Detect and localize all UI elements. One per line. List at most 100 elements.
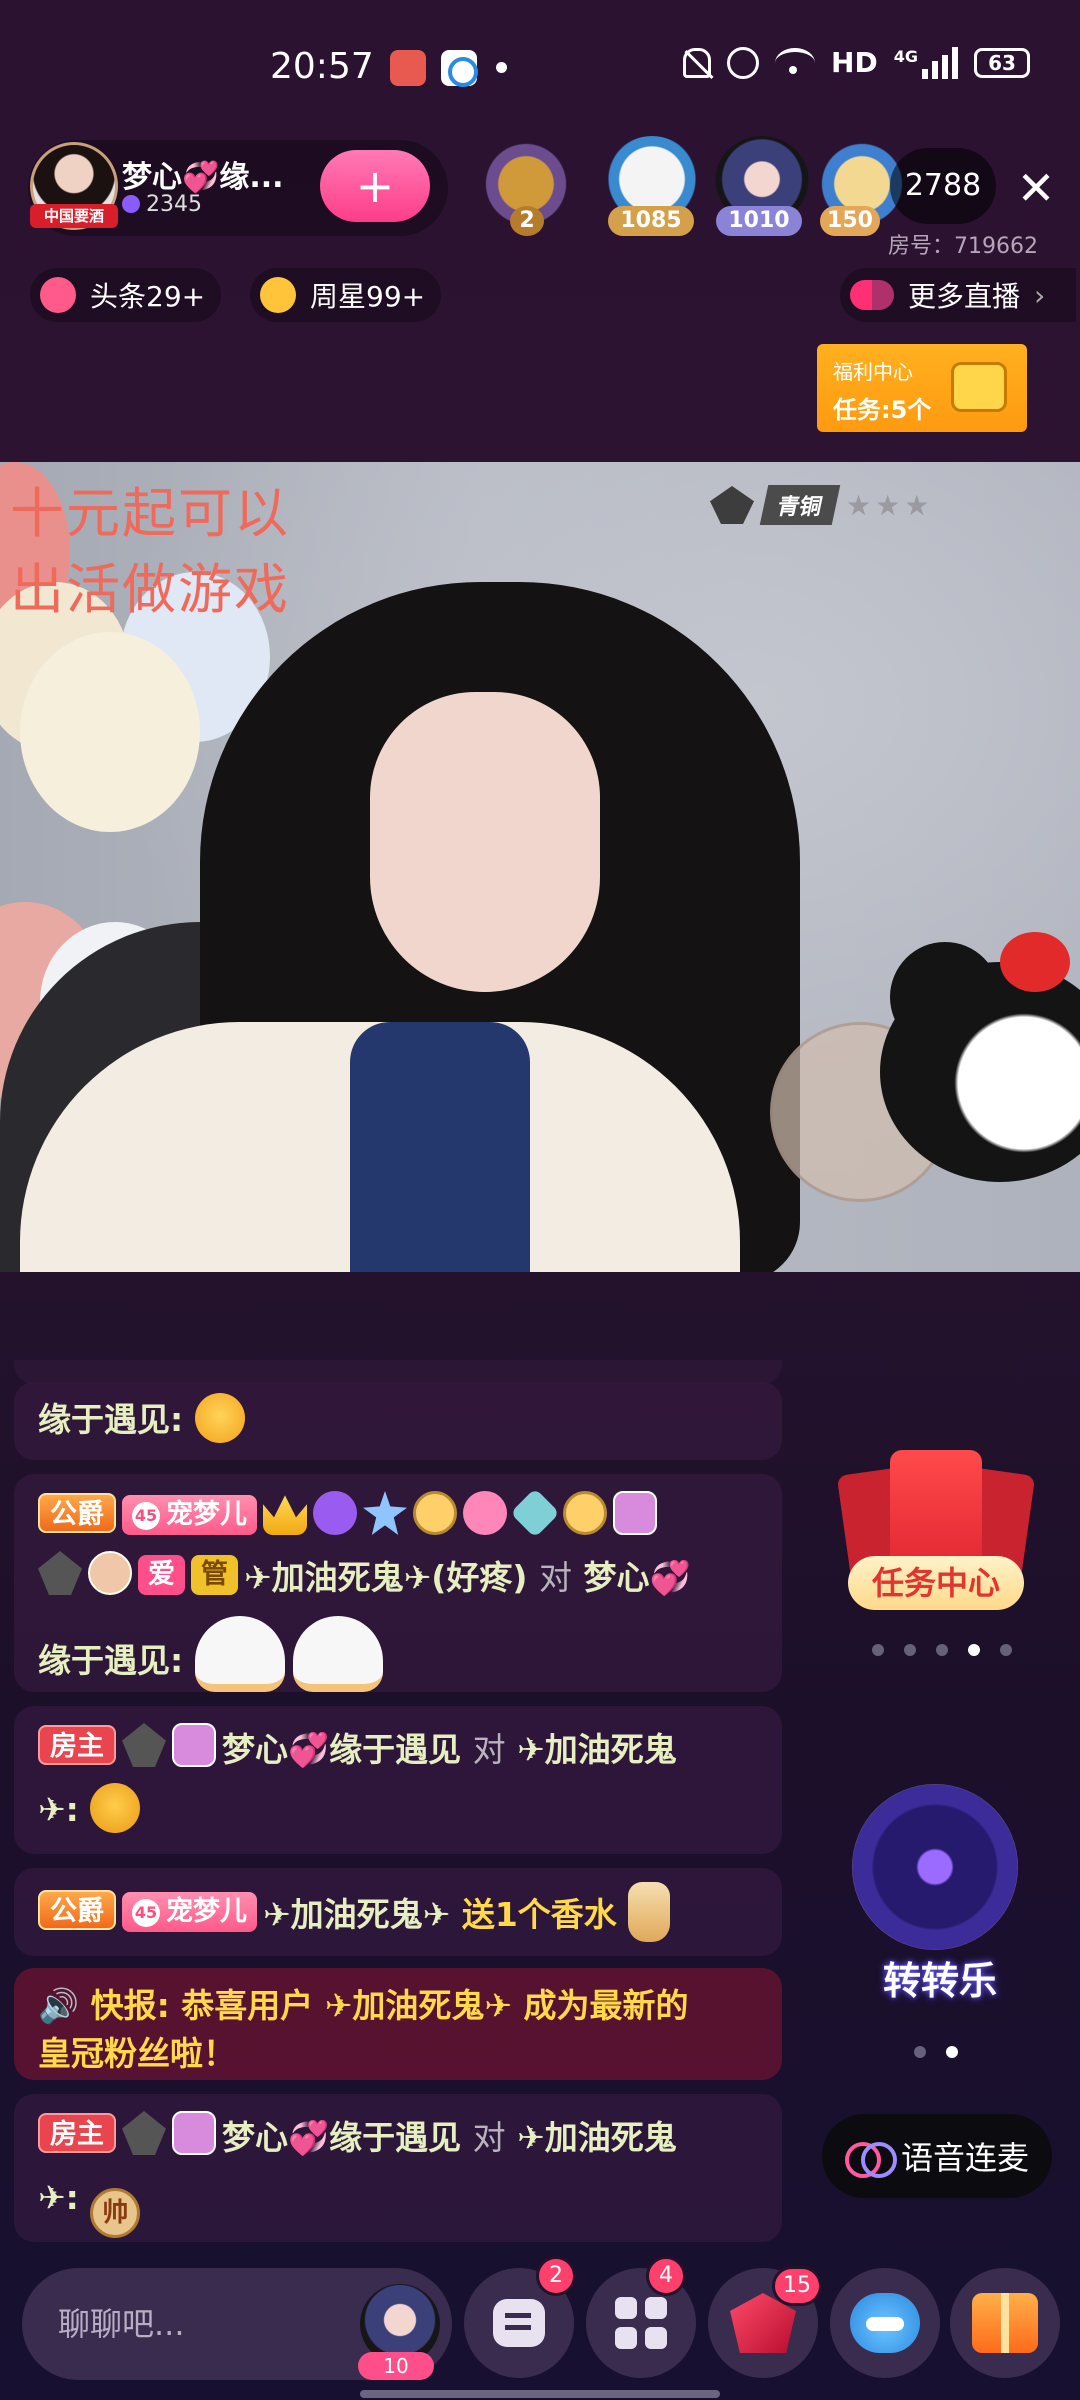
flame-icon — [40, 277, 76, 313]
rank-medal-icon — [122, 2111, 166, 2155]
fans-gem-icon — [122, 195, 140, 213]
viewer-rank-badge: 1085 — [608, 206, 694, 236]
viewer-rank-badge: 1010 — [716, 206, 802, 236]
announcement-message[interactable]: 🔊 快报: 恭喜用户 ✈加油死鬼✈ 成为最新的 皇冠粉丝啦！ — [14, 1968, 782, 2080]
headline-chip[interactable]: 头条29+ — [30, 268, 222, 322]
chat-recipient-cont: ✈: — [38, 1790, 79, 1829]
love-badge: 爱 — [138, 1555, 185, 1595]
smile-emoji-icon — [194, 1393, 245, 1443]
announcement-line-2: 皇冠粉丝啦！ — [38, 2034, 236, 2073]
home-indicator[interactable] — [360, 2390, 720, 2398]
overlay-line-2: 出活做游戏 — [10, 558, 290, 621]
game-button[interactable] — [830, 2268, 940, 2378]
chat-recipient-cont: ✈: — [38, 2178, 79, 2217]
perfume-gift-icon — [628, 1882, 671, 1942]
gift-icon — [972, 2293, 1038, 2353]
crown-icon — [263, 1495, 307, 1535]
chat-message[interactable]: 公爵 45 宠梦儿 ✈加油死鬼✈ 送1个香水 — [14, 1868, 782, 1956]
widget-pager-dots — [914, 2046, 958, 2058]
chat-recipient[interactable]: 梦心💞 — [583, 1558, 690, 1597]
streamer-sweater — [350, 1022, 530, 1272]
shield-medal-icon — [38, 1551, 82, 1595]
chat-sender[interactable]: ✈加油死鬼✈ — [263, 1895, 450, 1934]
host-fans-value: 2345 — [146, 192, 202, 217]
lucky-wheel-icon[interactable] — [852, 1784, 1018, 1950]
alarm-icon — [727, 46, 760, 79]
guard-avatar-icon — [613, 1491, 657, 1535]
welfare-tasks: 任务:5个 — [833, 396, 932, 424]
host-fans-count: 2345 — [122, 192, 202, 217]
close-icon[interactable]: ✕ — [1006, 160, 1066, 220]
chat-recipient[interactable]: ✈加油死鬼 — [517, 1730, 677, 1769]
chat-message[interactable]: 公爵 45 宠梦儿 爱管 ✈加油死鬼✈(好疼) 对 梦心💞 缘于遇见: — [14, 1474, 782, 1692]
live-video[interactable]: 十元起可以 出活做游戏 青铜 ★★★ — [0, 462, 1080, 1272]
welfare-center-card[interactable]: 福利中心 任务:5个 — [817, 344, 1027, 432]
host-badge: 房主 — [38, 1725, 116, 1765]
chat-sender[interactable]: 梦心💞缘于遇见 — [222, 2118, 461, 2157]
task-center-widget[interactable]: 任务中心 — [836, 1440, 1036, 1620]
chat-sender[interactable]: 缘于遇见: — [38, 1641, 183, 1680]
chat-message-faded — [14, 1360, 782, 1384]
host-avatar-tag: 中国要酒 — [30, 204, 118, 228]
chevron-right-icon: › — [1034, 278, 1046, 312]
ghost-emoji-icon — [292, 1616, 383, 1692]
status-icons: HD 4G 63 — [683, 46, 1030, 79]
chat-message[interactable]: 房主 梦心💞缘于遇见 对 ✈加油死鬼 ✈: — [14, 1706, 782, 1854]
host-name[interactable]: 梦心💞缘... — [122, 152, 284, 196]
chat-to: 对 — [472, 2118, 506, 2157]
fan-club-badge: 45 宠梦儿 — [122, 1495, 257, 1535]
diamond-medal-icon — [510, 1488, 560, 1538]
plush-toy-bow — [1000, 932, 1070, 992]
rank-label: 青铜 — [759, 485, 841, 525]
welfare-title: 福利中心 — [833, 360, 913, 384]
overlay-line-1: 十元起可以 — [10, 482, 290, 545]
grid-icon — [615, 2297, 667, 2349]
fan-club-name: 宠梦儿 — [166, 1499, 247, 1530]
fan-club-level: 45 — [132, 1899, 160, 1927]
rank-tag: 青铜 ★★★ — [710, 485, 934, 525]
gem-count-badge: 15 — [772, 2266, 822, 2306]
gift-button[interactable] — [950, 2268, 1060, 2378]
rank-medal-icon — [122, 1723, 166, 1767]
more-live-label: 更多直播 — [908, 280, 1021, 313]
gift-text: 送1个香水 — [461, 1895, 617, 1934]
more-live-chip[interactable]: 更多直播 › — [840, 268, 1076, 322]
host-badge: 房主 — [38, 2113, 116, 2153]
star-medal-icon — [363, 1491, 407, 1535]
fan-club-level: 45 — [132, 1502, 160, 1530]
chat-input[interactable] — [58, 2298, 358, 2350]
thinking-emoji-icon — [90, 1783, 141, 1833]
video-overlay-text: 十元起可以 出活做游戏 — [10, 476, 290, 628]
apps-count-badge: 4 — [646, 2256, 686, 2296]
chat-message[interactable]: 缘于遇见: — [14, 1382, 782, 1460]
chat-to: 对 — [538, 1558, 572, 1597]
heart-medal-icon — [463, 1491, 507, 1535]
weekly-star-chip[interactable]: 周星99+ — [250, 268, 442, 322]
follow-button[interactable]: + — [320, 150, 430, 222]
status-time: 20:57 — [270, 46, 374, 87]
chat-input-bar[interactable]: 10 — [22, 2268, 452, 2380]
voice-link-button[interactable]: 语音连麦 — [822, 2114, 1052, 2198]
treasure-chest-icon — [951, 362, 1007, 412]
lucky-wheel-label[interactable]: 转转乐 — [840, 1950, 1040, 2005]
rank-stars: ★★★ — [846, 488, 934, 522]
streamer-face — [370, 692, 600, 992]
chat-sender[interactable]: 梦心💞缘于遇见 — [222, 1730, 461, 1769]
task-center-label: 任务中心 — [848, 1556, 1024, 1610]
notification-app-icon — [390, 50, 426, 86]
admin-badge: 管 — [191, 1555, 238, 1595]
chat-message[interactable]: 房主 梦心💞缘于遇见 对 ✈加油死鬼 ✈: 帅 — [14, 2094, 782, 2242]
balloon — [20, 632, 200, 832]
bronze-rank-icon — [710, 486, 754, 524]
room-number: 房号：719662 — [888, 234, 1038, 259]
couple-medal-icon — [88, 1551, 132, 1595]
mute-bell-icon — [683, 47, 712, 78]
chat-sender[interactable]: ✈加油死鬼✈(好疼) — [244, 1558, 527, 1597]
star-icon — [260, 277, 296, 313]
chat-recipient[interactable]: ✈加油死鬼 — [517, 2118, 677, 2157]
duke-badge: 公爵 — [38, 1493, 116, 1533]
chat-sender[interactable]: 缘于遇见: — [38, 1400, 183, 1439]
viewer-count[interactable]: 2788 — [890, 148, 996, 224]
battery-icon: 63 — [974, 47, 1030, 78]
chat-to: 对 — [472, 1730, 506, 1769]
